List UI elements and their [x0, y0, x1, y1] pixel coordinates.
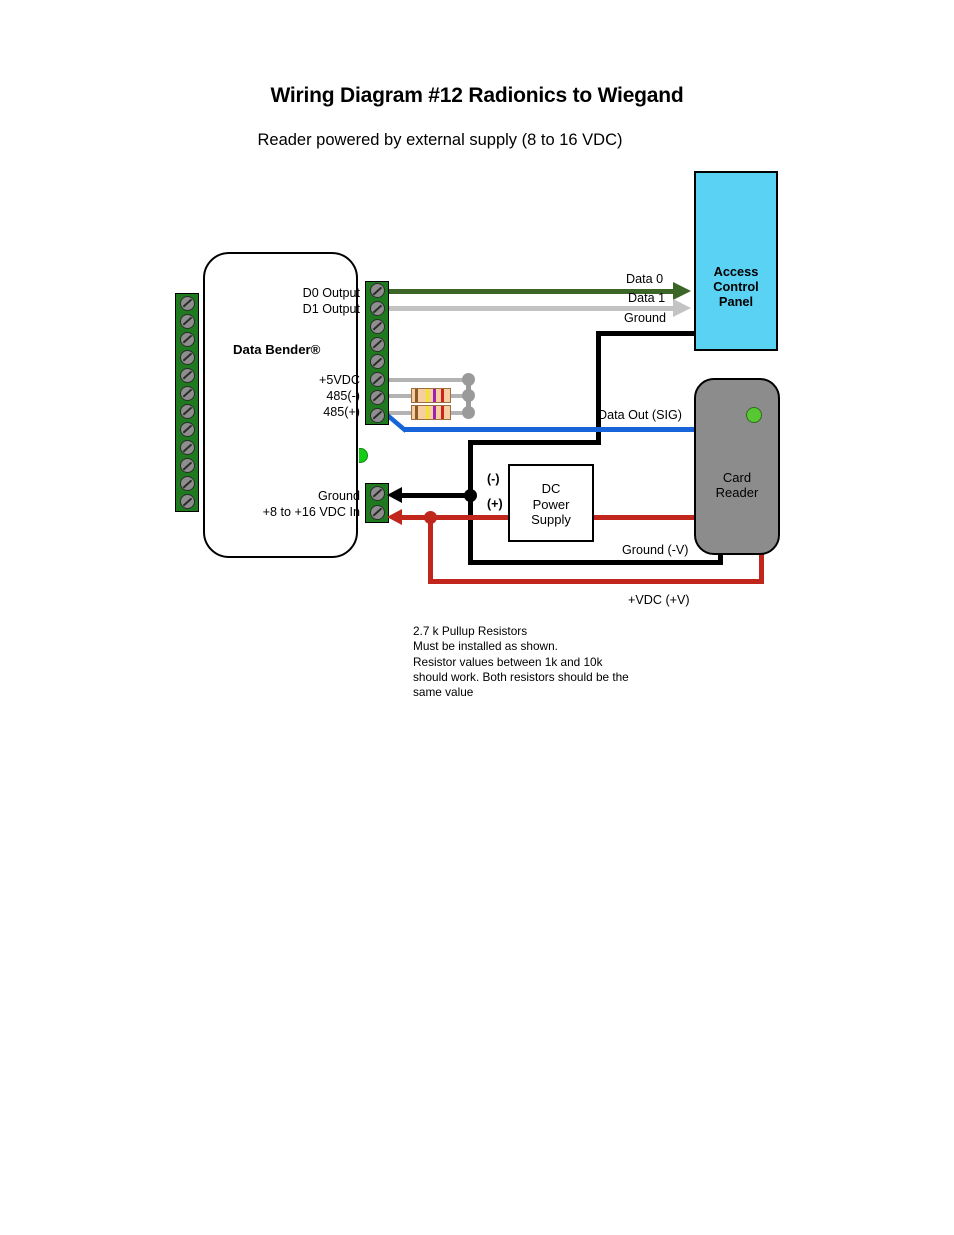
resistor-2-band-4: [441, 406, 445, 419]
wire-vdc-bottom-rail: [428, 579, 764, 584]
terminal-block-left[interactable]: [175, 293, 199, 512]
access-control-panel: [694, 171, 778, 351]
terminal-screw-485-negative[interactable]: [369, 389, 385, 405]
wire-panel-ground-horizontal: [596, 331, 696, 336]
terminal-label-485-positive: 485(+): [323, 405, 360, 419]
terminal-screw-d1[interactable]: [369, 301, 385, 317]
psu-positive-terminal-label: (+): [487, 497, 503, 511]
psu-negative-terminal-label: (-): [487, 472, 500, 486]
wire-data1-arrowhead: [673, 299, 691, 317]
wire-label-ground-panel: Ground: [624, 311, 667, 325]
acp-label-line1: Access: [713, 264, 759, 279]
terminal-block-right-top[interactable]: [365, 281, 389, 425]
terminal-screw-power-in[interactable]: [369, 505, 385, 520]
reader-label-line2: Reader: [715, 485, 759, 500]
wire-pullup-485neg-left: [389, 394, 411, 398]
terminal-screw[interactable]: [179, 422, 195, 438]
note-line-5: same value: [413, 685, 474, 700]
terminal-screw[interactable]: [369, 354, 385, 370]
card-reader-label: Card Reader: [694, 470, 780, 500]
psu-label-line1: DC: [541, 481, 561, 496]
terminal-screw[interactable]: [179, 440, 195, 456]
page-subtitle: Reader powered by external supply (8 to …: [257, 131, 623, 149]
wire-device-ground: [399, 493, 471, 498]
terminal-screw-5vdc[interactable]: [369, 372, 385, 388]
wire-device-ground-arrowhead: [387, 487, 402, 503]
terminal-screw[interactable]: [369, 336, 385, 352]
note-line-1: 2.7 k Pullup Resistors: [413, 624, 528, 638]
junction-dot-power: [424, 511, 437, 524]
terminal-screw[interactable]: [179, 494, 195, 510]
acp-label-line2: Control: [713, 279, 759, 294]
terminal-screw[interactable]: [369, 318, 385, 334]
terminal-label-d1-output: D1 Output: [302, 302, 360, 316]
terminal-screw[interactable]: [179, 313, 195, 329]
reader-label-line1: Card: [722, 470, 752, 485]
resistor-2: [411, 405, 451, 420]
data-bender-label: Data Bender®: [233, 342, 321, 357]
terminal-screw[interactable]: [179, 349, 195, 365]
resistor-note: 2.7 k Pullup Resistors Must be installed…: [413, 624, 713, 700]
terminal-screw[interactable]: [179, 476, 195, 492]
diagram-canvas: Wiring Diagram #12 Radionics to Wiegand …: [0, 0, 954, 1235]
terminal-screw-485-positive[interactable]: [369, 407, 385, 423]
terminal-screw[interactable]: [179, 458, 195, 474]
psu-label-line2: Power: [532, 496, 570, 512]
terminal-screw-d0[interactable]: [369, 283, 385, 299]
note-line-4: should work. Both resistors should be th…: [413, 669, 629, 684]
page-title: Wiring Diagram #12 Radionics to Wiegand: [270, 84, 684, 107]
junction-dot-pullup-middle: [462, 389, 475, 402]
card-reader: [694, 378, 780, 555]
terminal-screw[interactable]: [179, 404, 195, 419]
resistor-2-band-1: [415, 406, 419, 419]
resistor-1-band-2: [426, 389, 430, 402]
terminal-label-power-in: +8 to +16 VDC In: [262, 505, 360, 519]
wire-ground-to-left: [468, 440, 601, 445]
resistor-2-band-2: [426, 406, 430, 419]
card-reader-led-icon: [746, 407, 762, 423]
terminal-screw[interactable]: [179, 385, 195, 401]
terminal-label-d0-output: D0 Output: [302, 286, 360, 300]
wire-power-down-from-node: [428, 515, 433, 583]
terminal-label-485-negative: 485(-): [326, 389, 360, 403]
wire-label-ground-v: Ground (-V): [622, 543, 689, 557]
wire-device-power-arrowhead: [387, 509, 402, 525]
junction-dot-ground: [464, 489, 477, 502]
note-line-3: Resistor values between 1k and 10k: [413, 654, 603, 669]
terminal-screw-ground[interactable]: [369, 486, 385, 501]
wire-label-data0: Data 0: [626, 272, 664, 286]
wire-data-out-horizontal: [404, 427, 704, 432]
access-control-panel-label: Access Control Panel: [694, 264, 778, 309]
note-line-2: Must be installed as shown.: [413, 639, 558, 654]
wire-pullup-5vdc: [389, 378, 473, 382]
wire-label-vdc-v: +VDC (+V): [628, 593, 690, 607]
resistor-1-band-3: [433, 389, 437, 402]
wire-data0-arrowhead: [673, 282, 691, 300]
wire-ground-v-rail: [468, 560, 723, 565]
dc-power-supply-label: DC Power Supply: [508, 481, 594, 528]
power-led-icon: [359, 448, 368, 463]
wire-label-data1: Data 1: [628, 291, 666, 305]
resistor-2-band-3: [433, 406, 437, 419]
terminal-block-right-bottom[interactable]: [365, 483, 389, 523]
terminal-screw[interactable]: [179, 295, 195, 311]
terminal-label-5vdc: +5VDC: [319, 373, 360, 387]
resistor-1-band-4: [441, 389, 445, 402]
terminal-screw[interactable]: [179, 367, 195, 383]
wire-label-data-out: Data Out (SIG): [598, 408, 682, 422]
junction-dot-pullup-bottom: [462, 406, 475, 419]
terminal-label-ground-in: Ground: [317, 489, 360, 503]
terminal-screw[interactable]: [179, 331, 195, 347]
junction-dot-pullup-top: [462, 373, 475, 386]
wire-data1: [389, 306, 675, 311]
psu-label-line3: Supply: [531, 512, 571, 527]
wire-ground-node-down: [468, 498, 473, 564]
resistor-1-band-1: [415, 389, 419, 402]
acp-label-line3: Panel: [718, 294, 754, 309]
resistor-1: [411, 388, 451, 403]
